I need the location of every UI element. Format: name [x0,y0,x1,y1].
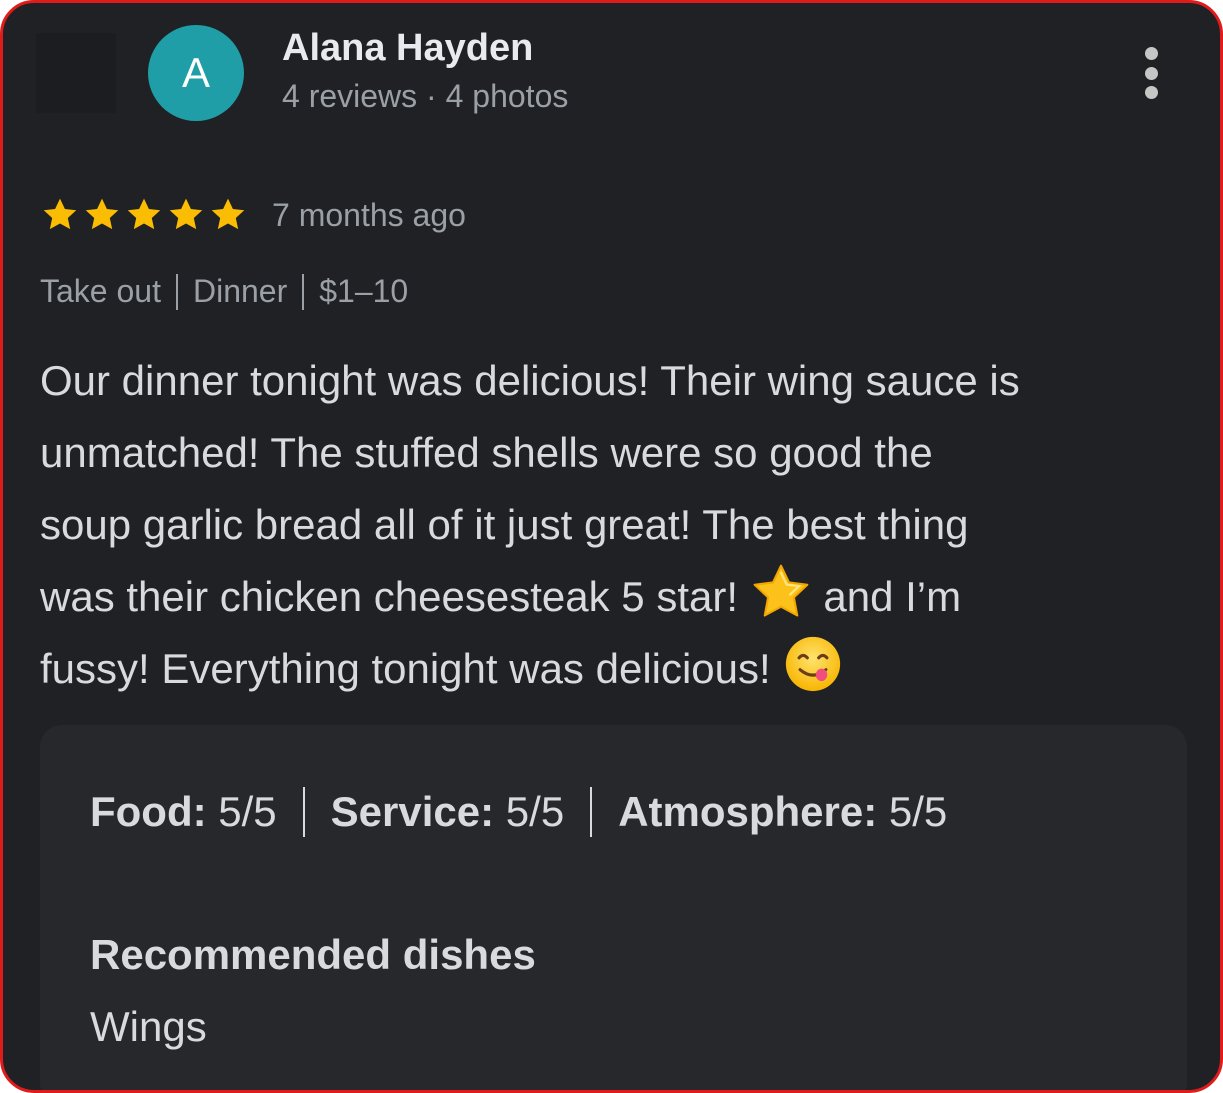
reviewer-meta: 4 reviews · 4 photos [282,78,568,115]
aspect-scores: Food: 5/5 Service: 5/5 Atmosphere: 5/5 [90,787,947,837]
food-score-value: 5/5 [218,788,277,835]
details-panel: Food: 5/5 Service: 5/5 Atmosphere: 5/5 R… [40,725,1187,1090]
thumbnail-placeholder [36,33,116,113]
star-icon [43,198,77,230]
atmosphere-score-label: Atmosphere: [618,788,878,835]
review-date: 7 months ago [272,196,466,233]
visit-attributes: Take out Dinner $1–10 [40,273,408,310]
recommended-dish: Wings [90,1003,207,1050]
attribute-divider [302,273,305,310]
review-card: A Alana Hayden 4 reviews · 4 photos 7 mo… [0,0,1223,1093]
star-icon [85,198,119,230]
avatar[interactable]: A [148,25,244,121]
star-icon [211,198,245,230]
star-icon [127,198,161,230]
review-line-segment: was their chicken cheesesteak 5 star! [40,573,739,620]
attribute-service-type: Take out [40,273,161,309]
attribute-meal-type: Dinner [192,273,288,309]
attribute-divider [175,273,178,310]
review-line: soup garlic bread all of it just great! … [40,501,969,548]
review-line: Our dinner tonight was delicious! Their … [40,357,1020,404]
atmosphere-score-value: 5/5 [888,788,948,835]
attribute-price: $1–10 [319,273,409,309]
service-score-label: Service: [330,788,495,835]
avatar-initial: A [181,49,210,96]
yum-face-emoji-icon [786,636,841,692]
recommended-dishes-heading: Recommended dishes [90,931,536,978]
star-icon [169,198,203,230]
reviewer-name[interactable]: Alana Hayden [282,27,533,70]
service-score-value: 5/5 [505,788,565,835]
review-line-segment: fussy! Everything tonight was delicious! [40,645,771,692]
review-line-segment: and I’m [823,573,962,620]
rating-row: 7 months ago [40,193,466,237]
score-divider [302,787,305,837]
star-rating [40,195,248,235]
photo-count: 4 photos [445,78,569,114]
review-count: 4 reviews [282,78,418,114]
star-emoji-icon [753,564,809,617]
review-line: was their chicken cheesesteak 5 star! an… [40,561,1190,633]
meta-separator: · [426,78,437,114]
review-line: fussy! Everything tonight was delicious! [40,633,1190,705]
more-options-button[interactable] [1129,43,1173,103]
review-line: unmatched! The stuffed shells were so go… [40,429,933,476]
score-divider [590,787,593,837]
food-score-label: Food: [90,788,207,835]
review-text: Our dinner tonight was delicious! Their … [40,345,1190,705]
